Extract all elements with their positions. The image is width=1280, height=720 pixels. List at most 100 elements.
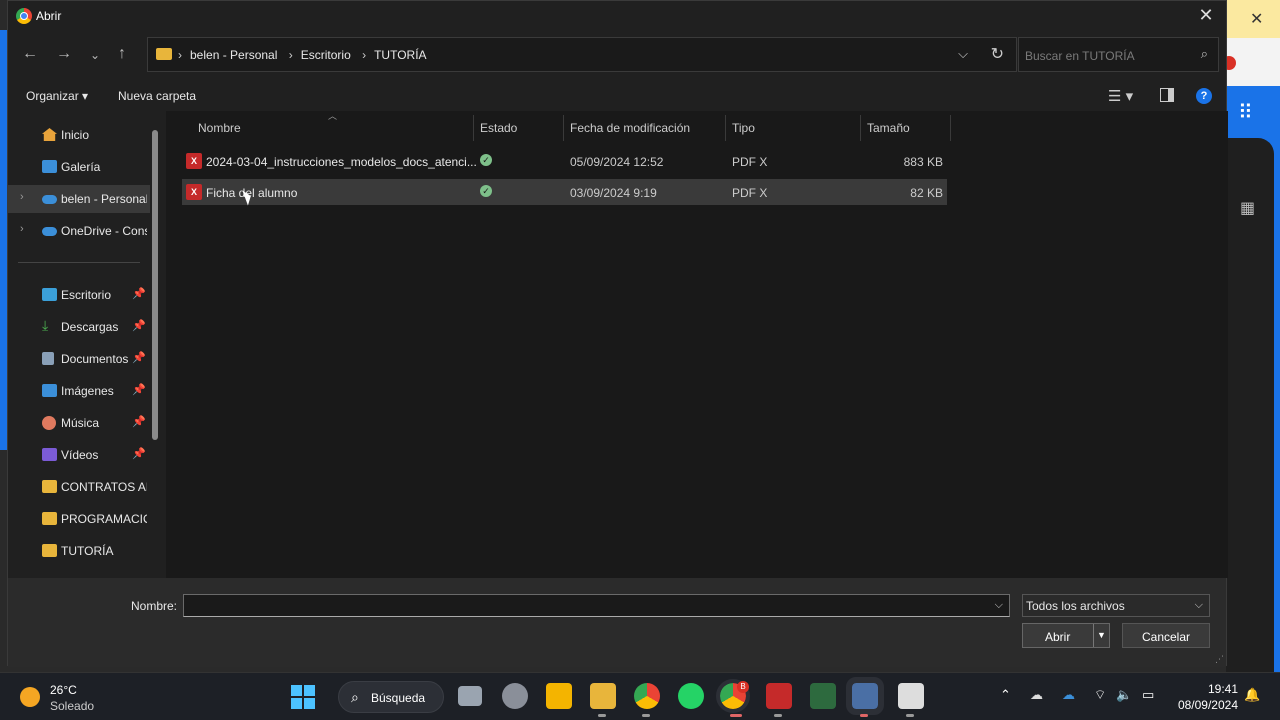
cancel-button-label: Cancelar [1141, 630, 1191, 644]
download-icon: ⤓ [42, 317, 49, 333]
desktop-icon [42, 288, 57, 301]
up-arrow-icon[interactable]: ↑ [118, 45, 126, 63]
recent-locations-chevron-icon[interactable]: ⌄ [90, 48, 100, 62]
sidebar-item-onedrive[interactable]: › OneDrive - Cons [8, 217, 150, 245]
taskbar-search[interactable]: ⌕ Búsqueda [338, 681, 444, 713]
address-bar[interactable]: › belen - Personal › Escritorio › TUTORÍA ⌵… [147, 37, 1017, 72]
organize-label: Organizar [26, 89, 79, 103]
scrollbar[interactable] [152, 130, 158, 440]
column-header-size[interactable]: Tamaño [867, 121, 910, 135]
snipping-tool-icon[interactable] [898, 683, 924, 709]
notes-app-icon[interactable] [546, 683, 572, 709]
breadcrumb-item[interactable]: TUTORÍA [374, 48, 426, 62]
open-file-dialog: Abrir ✕ ← → ⌄ ↑ › belen - Personal › Escri… [7, 0, 1228, 667]
sidebar-item-escritorio[interactable]: Escritorio 📌 [8, 281, 150, 309]
resize-grip-icon[interactable]: ⋰ [1215, 654, 1224, 665]
forward-arrow-icon[interactable]: → [56, 45, 72, 63]
sidebar-item-galeria[interactable]: Galería [8, 153, 150, 181]
pin-icon: 📌 [132, 384, 146, 396]
search-input[interactable]: Buscar en TUTORÍA ⌕ [1018, 37, 1219, 72]
battery-icon[interactable]: ▭ [1142, 687, 1154, 703]
file-row[interactable]: X 2024-03-04_instrucciones_modelos_docs_… [182, 148, 947, 174]
sidebar-item-label: Inicio [61, 128, 90, 142]
chevron-up-icon[interactable]: ⌃ [1000, 687, 1011, 703]
column-separator[interactable] [473, 115, 474, 141]
sidebar-item-contratos[interactable]: CONTRATOS AL [8, 473, 150, 501]
sidebar-item-programacion[interactable]: PROGRAMACIO [8, 505, 150, 533]
onedrive-cloud-icon[interactable]: ☁ [1030, 687, 1043, 703]
preview-pane-icon[interactable] [1160, 88, 1174, 102]
close-button[interactable]: ✕ [1194, 5, 1218, 26]
open-button[interactable]: Abrir [1022, 623, 1110, 648]
apps-grid-icon[interactable]: ⠿ [1238, 100, 1253, 125]
column-separator[interactable] [950, 115, 951, 141]
sidebar-item-label: TUTORÍA [61, 544, 114, 558]
organize-button[interactable]: Organizar ▾ [26, 89, 88, 103]
sidebar-item-descargas[interactable]: ⤓ Descargas 📌 [8, 313, 150, 341]
search-icon: ⌕ [1200, 46, 1208, 61]
sidebar-item-musica[interactable]: Música 📌 [8, 409, 150, 437]
geogebra-app-icon[interactable] [810, 683, 836, 709]
onedrive-business-icon[interactable]: ☁ [1062, 687, 1075, 703]
chevron-down-icon[interactable]: ⌵ [995, 599, 1003, 612]
sidebar-item-imagenes[interactable]: Imágenes 📌 [8, 377, 150, 405]
background-app: ✕ ⠿ ▦ [1222, 0, 1280, 678]
whatsapp-icon[interactable] [678, 683, 704, 709]
column-header-state[interactable]: Estado [480, 121, 517, 135]
cancel-button[interactable]: Cancelar [1122, 623, 1210, 648]
back-arrow-icon[interactable]: ← [22, 45, 38, 63]
chrome-icon [16, 8, 32, 24]
column-separator[interactable] [725, 115, 726, 141]
sidebar-item-label: PROGRAMACIO [61, 512, 147, 526]
start-button[interactable] [291, 685, 315, 709]
file-type: PDF X [732, 186, 768, 200]
column-separator[interactable] [860, 115, 861, 141]
column-header-name[interactable]: Nombre [198, 121, 241, 135]
column-header-type[interactable]: Tipo [732, 121, 755, 135]
search-placeholder: Buscar en TUTORÍA [1025, 49, 1135, 63]
view-options-icon[interactable]: ☰ ▾ [1108, 87, 1133, 105]
running-indicator [642, 714, 650, 717]
notification-bell-icon[interactable]: 🔔 [1244, 687, 1260, 703]
pdfx-app-icon[interactable] [766, 683, 792, 709]
taskbar-search-label: Búsqueda [371, 691, 426, 705]
breadcrumb-item[interactable]: Escritorio [301, 48, 351, 62]
clock[interactable]: 19:41 08/09/2024 [1168, 681, 1238, 713]
volume-icon[interactable]: 🔈 [1116, 687, 1132, 703]
navigation-bar: ← → ⌄ ↑ › belen - Personal › Escritorio › T… [8, 37, 1226, 73]
sidebar-item-belen-personal[interactable]: › belen - Personal [8, 185, 150, 213]
breadcrumb-item[interactable]: belen - Personal [190, 48, 277, 62]
chevron-right-icon[interactable]: › [20, 191, 24, 203]
column-separator[interactable] [563, 115, 564, 141]
file-type-select[interactable]: Todos los archivos ⌵ [1022, 594, 1210, 617]
music-icon [42, 416, 56, 430]
chrome-icon[interactable] [634, 683, 660, 709]
pdf-file-icon: X [186, 153, 202, 169]
sort-ascending-icon: ︿ [328, 111, 338, 121]
filename-input[interactable]: ⌵ [183, 594, 1010, 617]
file-row-selected[interactable]: X Ficha del alumno ✓ 03/09/2024 9:19 PDF… [182, 179, 947, 205]
window-title: Abrir [36, 9, 62, 23]
wifi-icon[interactable]: ⌔ [1094, 687, 1106, 703]
refresh-icon[interactable]: ↻ [991, 44, 1004, 64]
chevron-down-icon[interactable]: ⌵ [958, 46, 968, 62]
file-type: PDF X [732, 155, 768, 169]
sidebar-item-tutoria[interactable]: TUTORÍA [8, 537, 150, 565]
sidebar-item-documentos[interactable]: Documentos 📌 [8, 345, 150, 373]
running-indicator [860, 714, 868, 717]
close-icon[interactable]: ✕ [1250, 9, 1263, 29]
file-date: 03/09/2024 9:19 [570, 186, 657, 200]
settings-gear-icon[interactable] [502, 683, 528, 709]
video-icon [42, 448, 57, 461]
open-options-dropdown[interactable] [1093, 624, 1109, 647]
help-icon[interactable]: ? [1196, 88, 1212, 104]
chevron-right-icon[interactable]: › [20, 223, 24, 235]
widgets-icon[interactable]: ▦ [1240, 198, 1255, 218]
sidebar-item-inicio[interactable]: Inicio [8, 121, 150, 149]
sidebar-item-videos[interactable]: Vídeos 📌 [8, 441, 150, 469]
column-header-date[interactable]: Fecha de modificación [570, 121, 690, 135]
new-folder-button[interactable]: Nueva carpeta [118, 89, 196, 103]
task-view-icon[interactable] [458, 686, 482, 706]
file-explorer-icon[interactable] [590, 683, 616, 709]
calculator-icon[interactable] [846, 677, 884, 715]
